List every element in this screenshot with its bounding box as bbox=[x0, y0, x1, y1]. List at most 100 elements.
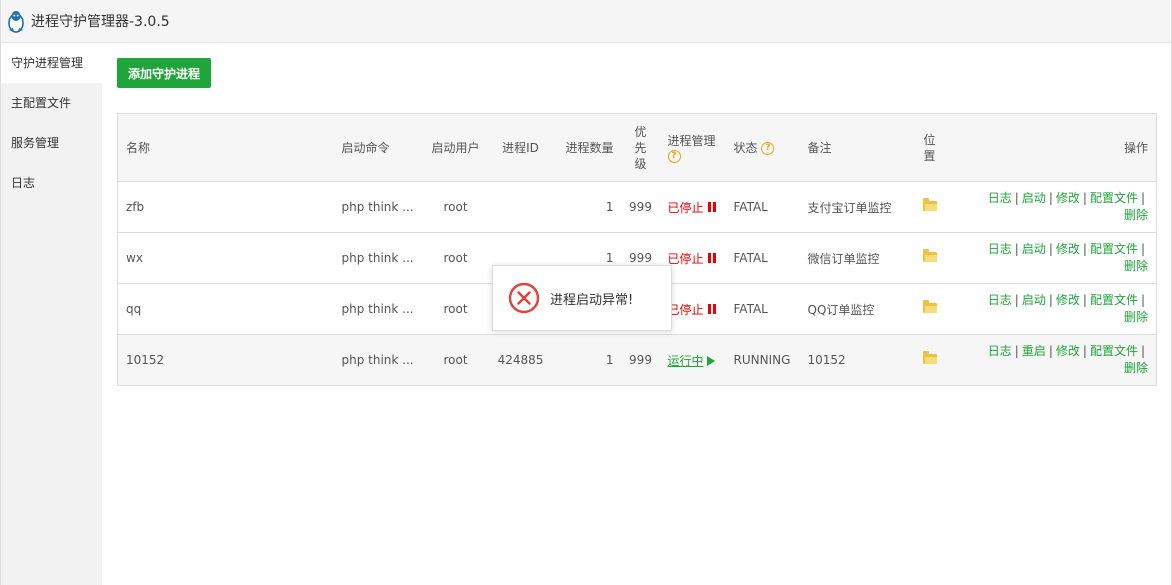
cell-priority: 999 bbox=[621, 181, 660, 233]
action-separator: | bbox=[1140, 242, 1145, 256]
action-separator: | bbox=[1048, 344, 1053, 358]
action-separator: | bbox=[1048, 242, 1053, 256]
header-location-label: 位置 bbox=[923, 132, 936, 163]
cell-remark: 10152 bbox=[799, 334, 916, 386]
pause-icon bbox=[707, 252, 718, 266]
action-restart-link[interactable]: 重启 bbox=[1022, 344, 1046, 358]
table-row: zfb php think ... root 1 999 已停止 FATAL 支… bbox=[117, 181, 1157, 233]
action-separator: | bbox=[1082, 242, 1087, 256]
header-actions: 操作 bbox=[943, 113, 1157, 182]
header-management-label: 进程管理 bbox=[667, 134, 716, 148]
sidebar-item-service-management[interactable]: 服务管理 bbox=[1, 123, 102, 163]
action-log-link[interactable]: 日志 bbox=[988, 293, 1012, 307]
folder-icon[interactable] bbox=[922, 198, 937, 211]
cell-count: 1 bbox=[549, 181, 622, 233]
header-management: 进程管理 ? bbox=[659, 113, 726, 182]
state-link-running[interactable]: 运行中 bbox=[668, 354, 715, 368]
header-pid: 进程ID bbox=[491, 113, 550, 182]
action-start-link[interactable]: 启动 bbox=[1022, 191, 1046, 205]
cell-pid: 424885 bbox=[491, 334, 550, 386]
action-separator: | bbox=[1140, 293, 1145, 307]
header-priority-label: 优先级 bbox=[634, 124, 647, 171]
cell-name: wx bbox=[117, 232, 334, 284]
cell-actions: 日志 | 启动 | 修改 | 配置文件 | 删除 bbox=[943, 181, 1157, 233]
action-log-link[interactable]: 日志 bbox=[988, 191, 1012, 205]
add-daemon-button[interactable]: 添加守护进程 bbox=[117, 58, 211, 88]
cell-remark: QQ订单监控 bbox=[799, 283, 916, 335]
state-text: 运行中 bbox=[667, 353, 704, 368]
action-log-link[interactable]: 日志 bbox=[988, 242, 1012, 256]
sidebar-item-daemon-management[interactable]: 守护进程管理 bbox=[1, 43, 102, 83]
action-delete-link[interactable]: 删除 bbox=[1124, 361, 1148, 375]
cell-management: 运行中 bbox=[659, 334, 726, 386]
cell-user: root bbox=[419, 283, 492, 335]
action-separator: | bbox=[1014, 293, 1019, 307]
process-table: 名称 启动命令 启动用户 进程ID 进程数量 优先级 进程管理 ? 状态 ? 备… bbox=[117, 113, 1157, 386]
cell-remark: 支付宝订单监控 bbox=[799, 181, 916, 233]
action-delete-link[interactable]: 删除 bbox=[1124, 310, 1148, 324]
action-separator: | bbox=[1048, 293, 1053, 307]
action-delete-link[interactable]: 删除 bbox=[1124, 259, 1148, 273]
action-config-file-link[interactable]: 配置文件 bbox=[1090, 191, 1138, 205]
cell-priority: 999 bbox=[621, 334, 660, 386]
pause-icon bbox=[707, 303, 718, 317]
cell-status: FATAL bbox=[725, 232, 800, 284]
app-title: 进程守护管理器-3.0.5 bbox=[31, 14, 170, 30]
action-separator: | bbox=[1014, 191, 1019, 205]
folder-icon[interactable] bbox=[922, 351, 937, 364]
cell-user: root bbox=[419, 181, 492, 233]
action-edit-link[interactable]: 修改 bbox=[1056, 344, 1080, 358]
cell-name: zfb bbox=[117, 181, 334, 233]
action-config-file-link[interactable]: 配置文件 bbox=[1090, 293, 1138, 307]
cell-user: root bbox=[419, 334, 492, 386]
table-row: 10152 php think ... root 424885 1 999 运行… bbox=[117, 334, 1157, 386]
toast-message: 进程启动异常! bbox=[550, 292, 634, 308]
state-text: 已停止 bbox=[667, 251, 704, 266]
folder-icon[interactable] bbox=[922, 249, 937, 262]
action-delete-link[interactable]: 删除 bbox=[1124, 208, 1148, 222]
help-icon[interactable]: ? bbox=[667, 150, 681, 163]
state-link-stopped[interactable]: 已停止 bbox=[668, 252, 718, 266]
cell-remark: 微信订单监控 bbox=[799, 232, 916, 284]
cell-location bbox=[915, 181, 944, 233]
penguin-icon bbox=[8, 11, 24, 33]
sidebar-item-main-config[interactable]: 主配置文件 bbox=[1, 83, 102, 123]
state-link-stopped[interactable]: 已停止 bbox=[668, 201, 718, 215]
row-actions: 日志 | 重启 | 修改 | 配置文件 | 删除 bbox=[944, 343, 1148, 377]
state-text: 已停止 bbox=[667, 200, 704, 215]
header-name: 名称 bbox=[117, 113, 334, 182]
row-actions: 日志 | 启动 | 修改 | 配置文件 | 删除 bbox=[944, 292, 1148, 326]
cell-command: php think ... bbox=[333, 181, 420, 233]
header-command: 启动命令 bbox=[333, 113, 420, 182]
action-separator: | bbox=[1014, 242, 1019, 256]
sidebar: 守护进程管理 主配置文件 服务管理 日志 bbox=[1, 43, 102, 585]
cell-status: RUNNING bbox=[725, 334, 800, 386]
cell-actions: 日志 | 重启 | 修改 | 配置文件 | 删除 bbox=[943, 334, 1157, 386]
action-edit-link[interactable]: 修改 bbox=[1056, 191, 1080, 205]
error-circle-icon bbox=[508, 282, 540, 314]
cell-name: 10152 bbox=[117, 334, 334, 386]
action-edit-link[interactable]: 修改 bbox=[1056, 242, 1080, 256]
play-icon bbox=[706, 356, 715, 366]
cell-location bbox=[915, 232, 944, 284]
action-start-link[interactable]: 启动 bbox=[1022, 242, 1046, 256]
header-status: 状态 ? bbox=[725, 113, 800, 182]
error-toast: 进程启动异常! bbox=[492, 265, 672, 331]
folder-icon[interactable] bbox=[922, 300, 937, 313]
header-location: 位置 bbox=[915, 113, 944, 182]
cell-actions: 日志 | 启动 | 修改 | 配置文件 | 删除 bbox=[943, 283, 1157, 335]
cell-status: FATAL bbox=[725, 181, 800, 233]
header-priority: 优先级 bbox=[621, 113, 660, 182]
action-config-file-link[interactable]: 配置文件 bbox=[1090, 344, 1138, 358]
cell-command: php think ... bbox=[333, 334, 420, 386]
app-window: 进程守护管理器-3.0.5 守护进程管理 主配置文件 服务管理 日志 添加守护进… bbox=[0, 0, 1172, 585]
action-edit-link[interactable]: 修改 bbox=[1056, 293, 1080, 307]
main-content: 添加守护进程 名称 启动命令 启动用户 进程ID 进程数量 优先级 进程管理 ? bbox=[102, 43, 1171, 585]
action-start-link[interactable]: 启动 bbox=[1022, 293, 1046, 307]
action-log-link[interactable]: 日志 bbox=[988, 344, 1012, 358]
help-icon[interactable]: ? bbox=[761, 142, 775, 155]
action-config-file-link[interactable]: 配置文件 bbox=[1090, 242, 1138, 256]
cell-location bbox=[915, 334, 944, 386]
state-link-stopped[interactable]: 已停止 bbox=[668, 303, 718, 317]
sidebar-item-logs[interactable]: 日志 bbox=[1, 163, 102, 203]
